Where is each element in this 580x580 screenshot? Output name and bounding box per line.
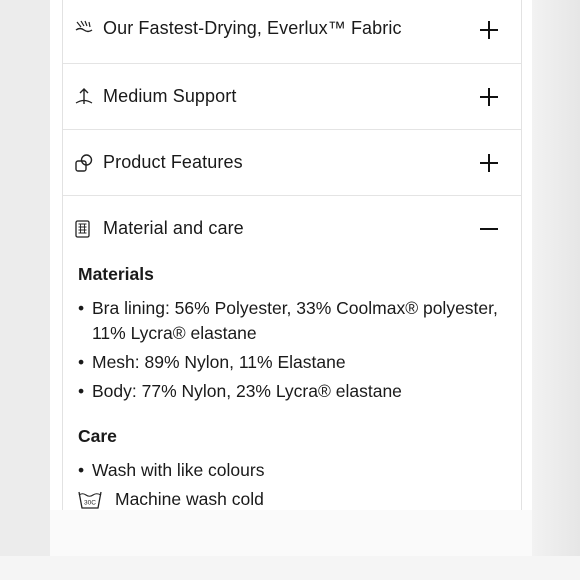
material-mesh: Mesh: 89% Nylon, 11% Elastane <box>92 352 346 372</box>
materials-heading: Materials <box>78 264 154 284</box>
fast-drying-fabric-icon <box>75 20 93 33</box>
material-body: Body: 77% Nylon, 23% Lycra® elastane <box>92 381 402 401</box>
wash-temp-label: 30C <box>84 500 96 507</box>
list-item: • Mesh: 89% Nylon, 11% Elastane <box>78 350 508 375</box>
accordion-title-support: Medium Support <box>103 86 237 106</box>
accordion-item-features[interactable]: Product Features <box>63 130 521 196</box>
list-item: • Bra lining: 56% Polyester, 33% Coolmax… <box>78 296 508 346</box>
expand-plus-icon[interactable] <box>477 151 501 175</box>
list-item: • Body: 77% Nylon, 23% Lycra® elastane <box>78 379 508 404</box>
panel-lower-edge <box>50 510 532 556</box>
wash-30c-icon: 30C <box>78 491 102 509</box>
expand-plus-icon[interactable] <box>477 85 501 109</box>
accordion-title-material-care: Material and care <box>103 218 244 238</box>
page-right-edge <box>532 0 580 580</box>
bullet-dot: • <box>78 460 85 480</box>
material-care-tag-icon <box>75 220 90 238</box>
material-bra-lining: Bra lining: 56% Polyester, 33% Coolmax® … <box>92 298 498 343</box>
care-heading: Care <box>78 426 117 446</box>
product-details-accordion: Our Fastest-Drying, Everlux™ Fabric Medi… <box>62 0 522 510</box>
features-shapes-icon <box>75 154 93 172</box>
accordion-title-fabric: Our Fastest-Drying, Everlux™ Fabric <box>103 18 402 38</box>
bullet-dot: • <box>78 298 85 318</box>
accordion-item-support[interactable]: Medium Support <box>63 64 521 130</box>
product-details-panel: Our Fastest-Drying, Everlux™ Fabric Medi… <box>50 0 532 510</box>
accordion-item-material-care[interactable]: Material and care Materials • Bra lining… <box>63 196 521 510</box>
page-bottom-strip <box>0 556 580 580</box>
bullet-dot: • <box>78 381 85 401</box>
collapse-minus-icon[interactable] <box>477 217 501 241</box>
machine-wash-cold-label: Machine wash cold <box>115 489 264 509</box>
care-instruction: • Wash with like colours <box>78 458 264 483</box>
accordion-title-features: Product Features <box>103 152 243 172</box>
support-arrow-icon <box>75 88 93 104</box>
expand-plus-icon[interactable] <box>477 18 501 42</box>
materials-list: • Bra lining: 56% Polyester, 33% Coolmax… <box>78 296 508 408</box>
bullet-dot: • <box>78 352 85 372</box>
care-wash-like-colours: Wash with like colours <box>92 460 265 480</box>
accordion-item-fabric[interactable]: Our Fastest-Drying, Everlux™ Fabric <box>63 0 521 64</box>
